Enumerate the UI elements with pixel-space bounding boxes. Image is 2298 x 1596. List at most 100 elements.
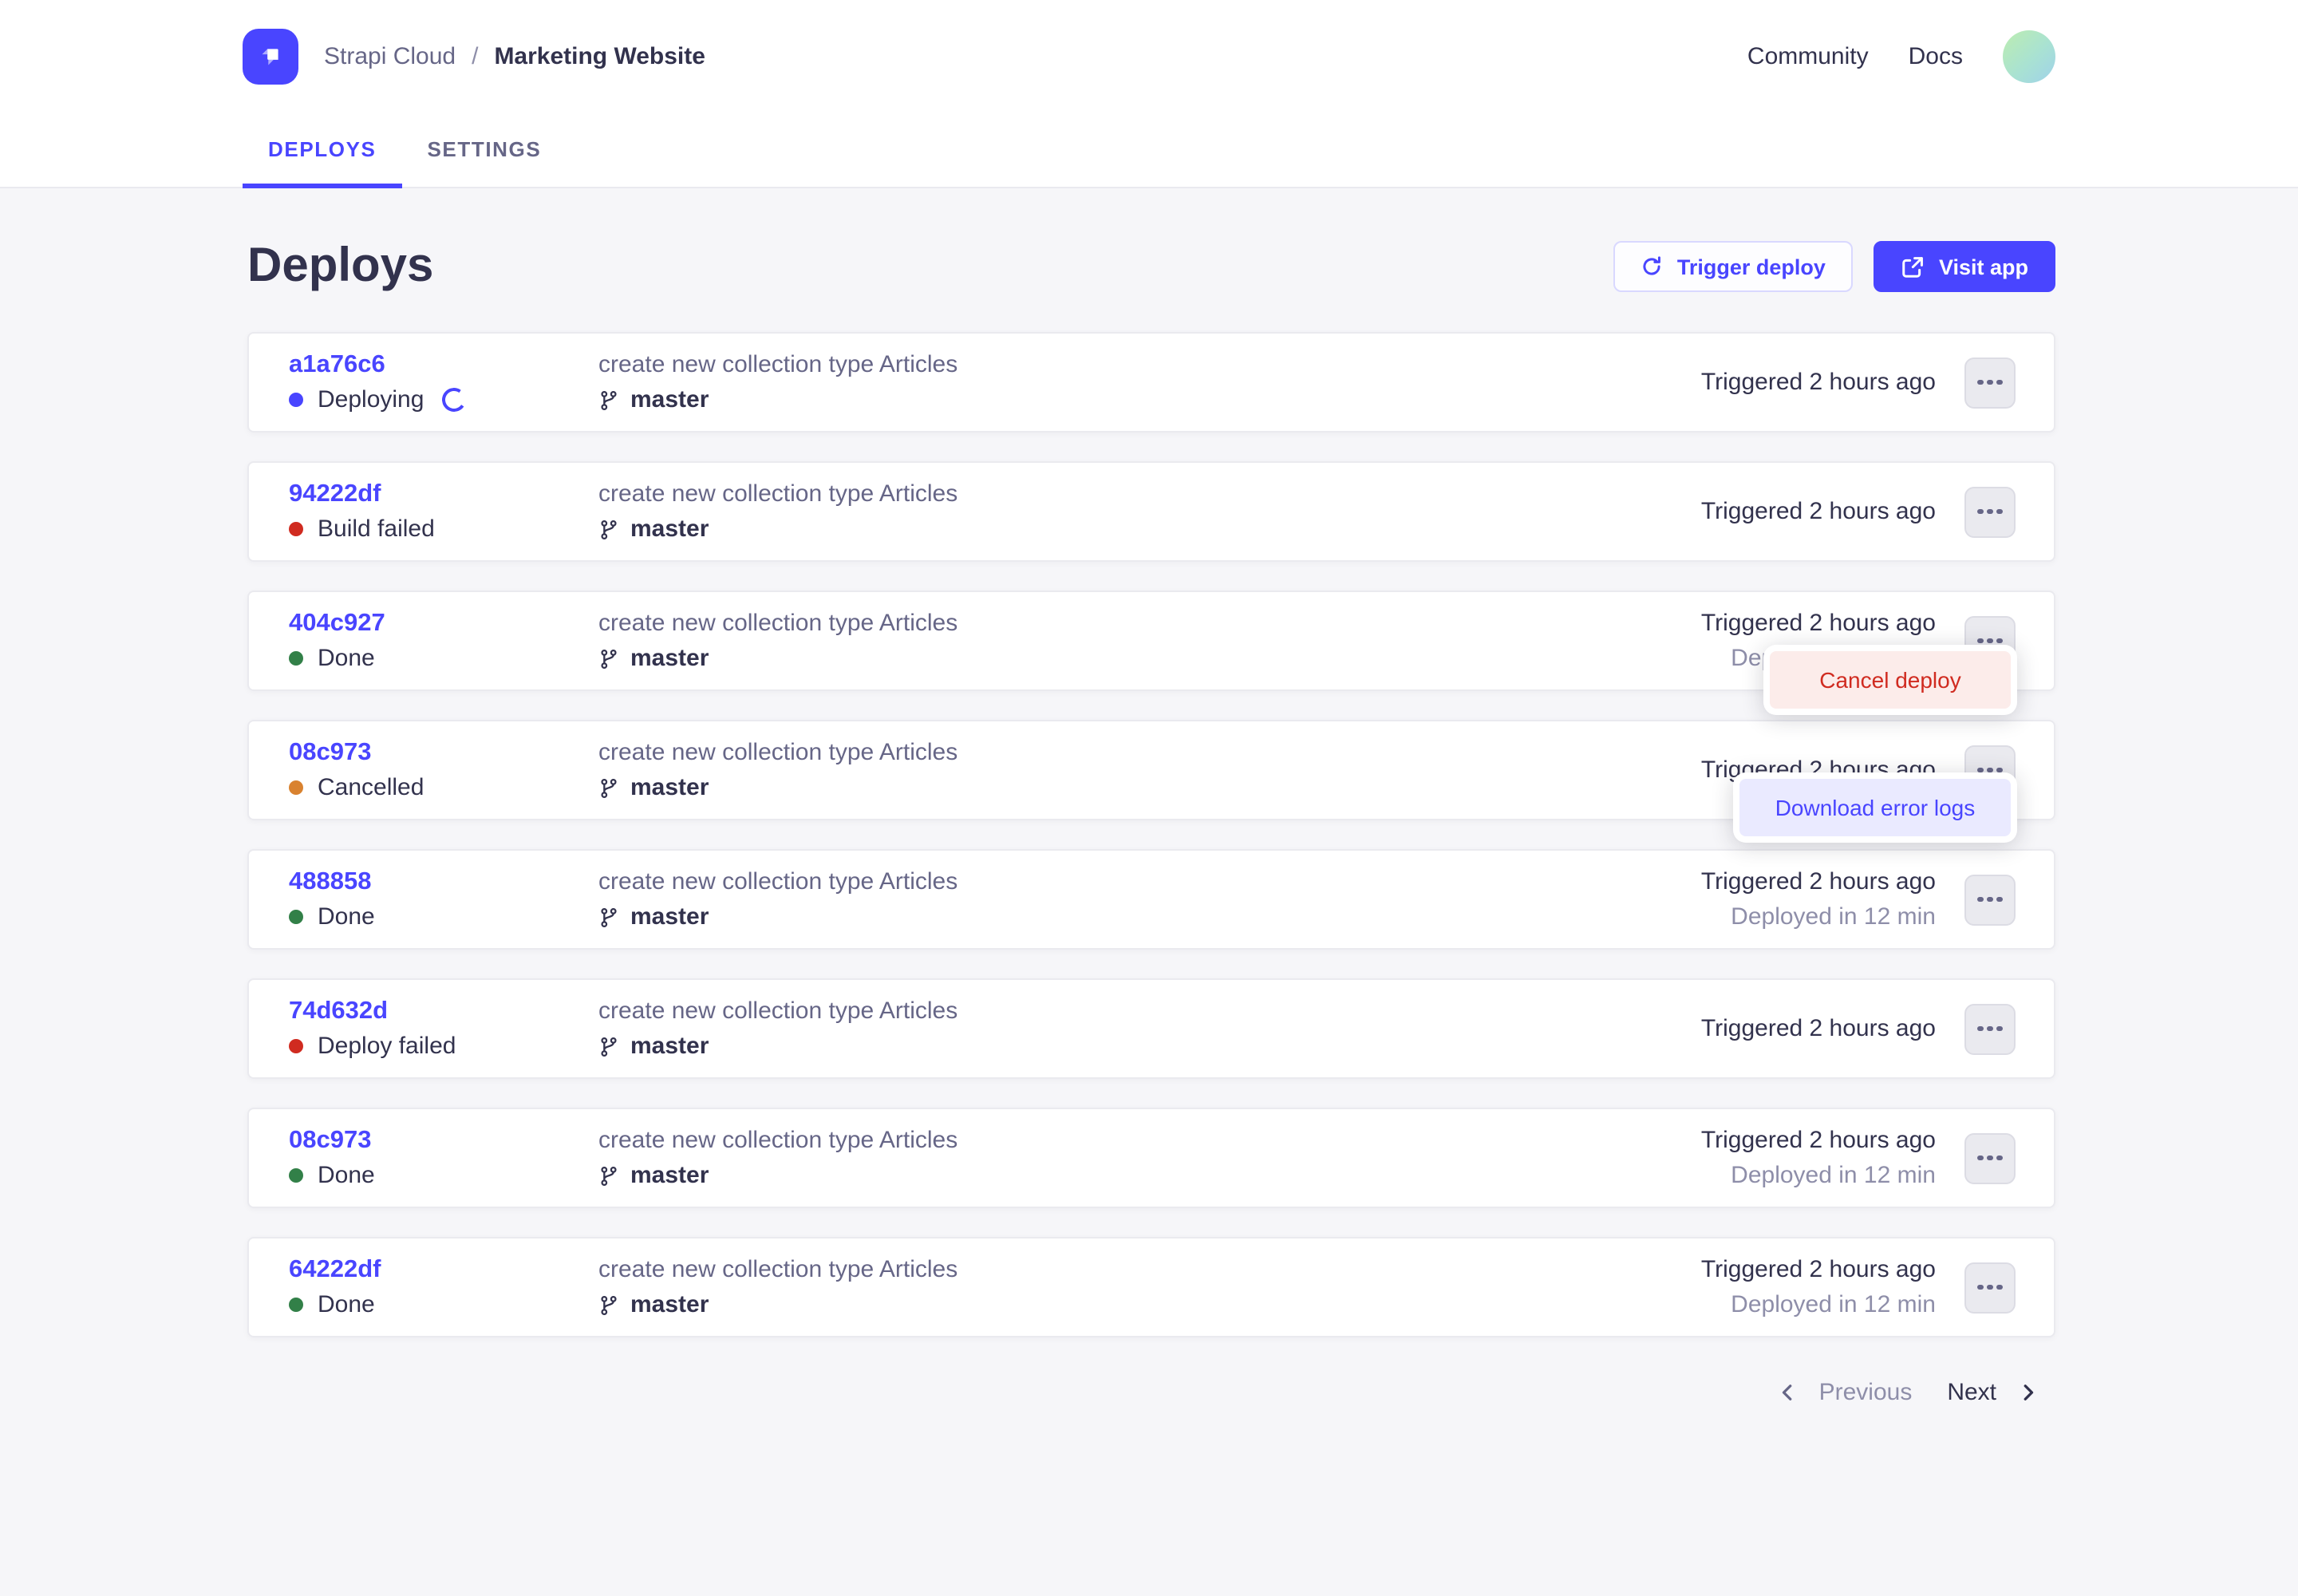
previous-page-button[interactable]: Previous [1779,1378,1913,1405]
status-dot [289,1168,303,1183]
status-dot [289,393,303,407]
commit-message: create new collection type Articles [598,864,1701,899]
commit-message: create new collection type Articles [598,735,1701,770]
app-root: Strapi Cloud / Marketing Website Communi… [0,0,2298,1596]
status: Done [289,1158,598,1193]
main-content: Deploys Trigger deploy [0,236,2298,1417]
next-page-button[interactable]: Next [1947,1378,2036,1405]
triggered-time: Triggered 2 hours ago [1701,864,1936,899]
tab-deploys[interactable]: DEPLOYS [243,112,401,187]
deploy-row: 08c973 Done create new collection type A… [247,1108,2055,1208]
git-branch-icon [598,906,619,928]
commit-hash-link[interactable]: 488858 [289,864,598,899]
tab-deploys-label: DEPLOYS [268,137,376,161]
visit-app-button[interactable]: Visit app [1874,241,2055,292]
tab-settings[interactable]: SETTINGS [401,112,567,187]
branch-label: master [630,641,709,676]
community-link[interactable]: Community [1747,42,1869,69]
status: Deploy failed [289,1029,598,1064]
branch: master [598,1158,1701,1193]
commit-hash-link[interactable]: 94222df [289,476,598,512]
status-label: Done [318,899,375,934]
branch: master [598,1029,1701,1064]
status: Deploying [289,382,598,417]
status: Done [289,1287,598,1322]
download-error-logs-menu-item[interactable]: Download error logs [1739,779,2011,836]
status-label: Done [318,1158,375,1193]
breadcrumb-app-link[interactable]: Strapi Cloud [324,42,456,69]
deploy-row: 74d632d Deploy failed create new collect… [247,978,2055,1079]
commit-message: create new collection type Articles [598,606,1701,641]
trigger-deploy-label: Trigger deploy [1677,255,1826,279]
deploy-row: 488858 Done create new collection type A… [247,849,2055,950]
status-dot [289,1039,303,1053]
avatar[interactable] [2003,30,2055,82]
deploy-row: a1a76c6 Deploying create new collection … [247,332,2055,433]
top-header: Strapi Cloud / Marketing Website Communi… [0,0,2298,188]
status-label: Deploying [318,382,424,417]
triggered-time: Triggered 2 hours ago [1701,606,1936,641]
git-branch-icon [598,1035,619,1057]
page-actions: Trigger deploy Visit app [1613,241,2055,292]
more-actions-button[interactable] [1964,357,2016,408]
status-label: Build failed [318,512,435,547]
breadcrumb: Strapi Cloud / Marketing Website [324,42,705,69]
external-link-icon [1901,255,1925,279]
strapi-logo-icon[interactable] [243,28,298,84]
strapi-mark-icon [252,38,289,74]
more-actions-button[interactable] [1964,486,2016,537]
branch-label: master [630,382,709,417]
visit-app-label: Visit app [1939,255,2028,279]
more-actions-button[interactable] [1964,1262,2016,1313]
status: Done [289,641,598,676]
deploy-duration: Deployed in 12 min [1731,1287,1936,1322]
tab-bar: DEPLOYS SETTINGS [243,112,2298,187]
commit-hash-link[interactable]: 74d632d [289,994,598,1029]
docs-link[interactable]: Docs [1909,42,1963,69]
next-label: Next [1947,1378,1996,1405]
commit-message: create new collection type Articles [598,347,1701,382]
commit-hash-link[interactable]: 08c973 [289,1123,598,1158]
previous-label: Previous [1819,1378,1913,1405]
more-actions-button[interactable] [1964,874,2016,925]
commit-hash-link[interactable]: a1a76c6 [289,347,598,382]
git-branch-icon [598,389,619,411]
commit-message: create new collection type Articles [598,994,1701,1029]
chevron-right-icon [2019,1383,2036,1400]
status-label: Done [318,1287,375,1322]
branch: master [598,512,1701,547]
triggered-time: Triggered 2 hours ago [1701,1123,1936,1158]
triggered-time: Triggered 2 hours ago [1701,1252,1936,1287]
commit-hash-link[interactable]: 08c973 [289,735,598,770]
deploy-row: 94222df Build failed create new collecti… [247,461,2055,562]
breadcrumb-project: Marketing Website [494,42,705,69]
chevron-left-icon [1779,1383,1797,1400]
status-dot [289,522,303,536]
branch-label: master [630,899,709,934]
deploy-row: 64222df Done create new collection type … [247,1237,2055,1337]
commit-hash-link[interactable]: 404c927 [289,606,598,641]
trigger-deploy-button[interactable]: Trigger deploy [1613,241,1853,292]
header-top: Strapi Cloud / Marketing Website Communi… [0,0,2298,112]
branch: master [598,770,1701,805]
more-actions-button[interactable] [1964,1003,2016,1054]
deploy-duration: Deployed in 12 min [1731,1158,1936,1193]
git-branch-icon [598,1164,619,1187]
status: Cancelled [289,770,598,805]
commit-hash-link[interactable]: 64222df [289,1252,598,1287]
triggered-time: Triggered 2 hours ago [1701,1011,1936,1046]
status: Done [289,899,598,934]
cancel-deploy-menu-item[interactable]: Cancel deploy [1770,651,2011,709]
breadcrumb-separator: / [472,42,478,69]
more-actions-button[interactable] [1964,1132,2016,1183]
branch-label: master [630,1158,709,1193]
status-dot [289,651,303,666]
git-branch-icon [598,1294,619,1316]
header-right: Community Docs [1747,30,2055,82]
branch-label: master [630,512,709,547]
branch: master [598,641,1701,676]
branch-label: master [630,770,709,805]
commit-message: create new collection type Articles [598,1123,1701,1158]
branch: master [598,1287,1701,1322]
status-label: Done [318,641,375,676]
